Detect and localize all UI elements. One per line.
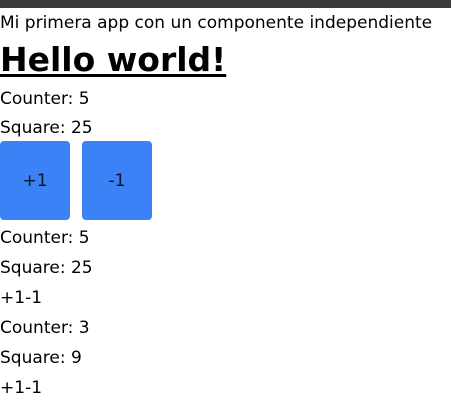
component-1-square-label: Square: 25 [0, 258, 93, 278]
component-2-counter-label: Counter: 3 [0, 318, 90, 338]
page-title: Hello world! [0, 40, 227, 79]
increment-button[interactable]: +1 [0, 141, 70, 220]
component-1-increment-button[interactable]: +1 [0, 288, 25, 308]
component-2-increment-button[interactable]: +1 [0, 378, 25, 398]
component-2-controls: +1-1 [0, 377, 42, 399]
square-label: Square: 25 [0, 118, 93, 138]
counter-label: Counter: 5 [0, 89, 90, 109]
app-subtitle: Mi primera app con un componente indepen… [0, 13, 433, 33]
window-top-bar [0, 0, 451, 8]
component-2-decrement-button[interactable]: -1 [25, 378, 42, 398]
decrement-button[interactable]: -1 [82, 141, 152, 220]
component-2-square-label: Square: 9 [0, 348, 82, 368]
component-1-counter-label: Counter: 5 [0, 228, 90, 248]
app-page: Mi primera app con un componente indepen… [0, 8, 451, 403]
component-1-decrement-button[interactable]: -1 [25, 288, 42, 308]
component-1-controls: +1-1 [0, 287, 42, 309]
